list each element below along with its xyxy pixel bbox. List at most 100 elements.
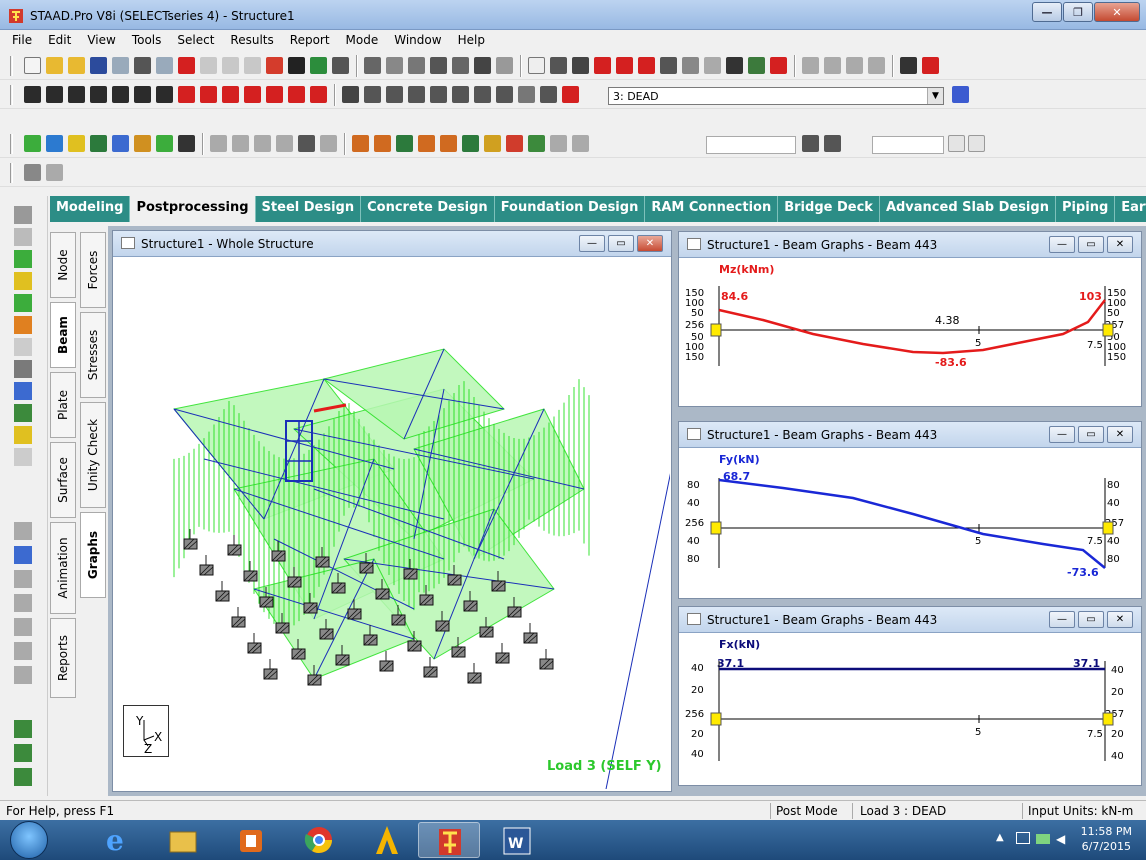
node-tool-icon[interactable]	[14, 522, 32, 540]
autocad-taskbar-icon[interactable]	[356, 822, 418, 858]
structure-wizard-icon[interactable]	[310, 57, 327, 74]
ie-taskbar-icon[interactable]: e	[84, 822, 146, 858]
beam-tool-icon[interactable]	[14, 546, 32, 564]
zoom-fit-icon[interactable]	[364, 86, 381, 103]
maximize-button[interactable]: ▭	[1078, 611, 1104, 628]
explorer-taskbar-icon[interactable]	[152, 822, 214, 858]
report-c-icon[interactable]	[14, 768, 32, 786]
print-icon[interactable]	[364, 57, 381, 74]
spin-left-icon[interactable]	[266, 86, 283, 103]
menu-mode[interactable]: Mode	[338, 31, 387, 51]
tab-concrete-design[interactable]: Concrete Design	[361, 196, 495, 222]
menu-view[interactable]: View	[79, 31, 123, 51]
scale-input[interactable]	[872, 136, 944, 154]
clock[interactable]: 11:58 PM 6/7/2015	[1081, 824, 1132, 854]
select-surfaces-icon[interactable]	[112, 135, 129, 152]
select-all-icon[interactable]	[156, 135, 173, 152]
pan-icon[interactable]	[310, 86, 327, 103]
report-b-icon[interactable]	[14, 744, 32, 762]
run-analysis-icon[interactable]	[288, 57, 305, 74]
tab-piping[interactable]: Piping	[1056, 196, 1116, 222]
menu-edit[interactable]: Edit	[40, 31, 79, 51]
print-preview-icon[interactable]	[386, 57, 403, 74]
minimize-button[interactable]: —	[1049, 236, 1075, 253]
maximize-button[interactable]: ▭	[608, 235, 634, 252]
display-icon[interactable]	[496, 86, 513, 103]
top-view-icon[interactable]	[134, 86, 151, 103]
back-view-icon[interactable]	[68, 86, 85, 103]
rotate-left-icon[interactable]	[222, 86, 239, 103]
structure-icon[interactable]	[704, 57, 721, 74]
vtab-animation[interactable]: Animation	[50, 522, 76, 614]
menu-help[interactable]: Help	[450, 31, 493, 51]
minimize-button[interactable]: —	[1032, 2, 1062, 22]
toolbar-grip[interactable]	[10, 134, 13, 154]
tool-icon[interactable]	[748, 57, 765, 74]
spin-right-icon[interactable]	[288, 86, 305, 103]
new-file-icon[interactable]	[24, 57, 41, 74]
help-query-icon[interactable]	[952, 86, 969, 103]
print-current-icon[interactable]	[408, 57, 425, 74]
beam-label-icon[interactable]	[638, 57, 655, 74]
tab-postprocessing[interactable]: Postprocessing	[130, 196, 256, 222]
bottom-view-icon[interactable]	[156, 86, 173, 103]
node-label-icon[interactable]	[616, 57, 633, 74]
minimize-button[interactable]: —	[1049, 611, 1075, 628]
close-button[interactable]: ✕	[1107, 236, 1133, 253]
chrome-taskbar-icon[interactable]	[288, 822, 350, 858]
solid-tool-icon[interactable]	[14, 618, 32, 636]
menu-tools[interactable]: Tools	[124, 31, 170, 51]
tab-earthquake[interactable]: Earthq	[1115, 196, 1146, 222]
rotate-right-icon[interactable]	[244, 86, 261, 103]
vtab-surface[interactable]: Surface	[50, 442, 76, 518]
vtab-forces[interactable]: Forces	[80, 232, 106, 308]
fz-icon[interactable]	[396, 135, 413, 152]
menu-results[interactable]: Results	[222, 31, 281, 51]
graph-window-titlebar[interactable]: Structure1 - Beam Graphs - Beam 443 — ▭ …	[679, 422, 1141, 448]
label-d-icon[interactable]	[868, 57, 885, 74]
vtab-unity-check[interactable]: Unity Check	[80, 402, 106, 508]
graph-window-titlebar[interactable]: Structure1 - Beam Graphs - Beam 443 — ▭ …	[679, 232, 1141, 258]
zoom-all-icon[interactable]	[474, 86, 491, 103]
table-icon[interactable]	[298, 135, 315, 152]
symbols-icon[interactable]	[682, 57, 699, 74]
cut-icon[interactable]	[134, 57, 151, 74]
vtab-plate[interactable]: Plate	[50, 372, 76, 438]
dimension-icon[interactable]	[594, 57, 611, 74]
beam-graph-icon[interactable]	[922, 57, 939, 74]
rotate-cursor-icon[interactable]	[14, 382, 32, 400]
check-cursor-icon[interactable]	[14, 404, 32, 422]
displacement-icon[interactable]	[528, 135, 545, 152]
apply-icon[interactable]	[968, 135, 985, 152]
pointer-tool-icon[interactable]	[332, 57, 349, 74]
edit-input-icon[interactable]	[266, 57, 283, 74]
export-icon[interactable]	[452, 57, 469, 74]
pen-icon[interactable]	[770, 57, 787, 74]
beam-cursor-icon[interactable]	[46, 164, 63, 181]
list-tool-icon[interactable]	[14, 666, 32, 684]
media-taskbar-icon[interactable]	[220, 822, 282, 858]
graph-window-titlebar[interactable]: Structure1 - Beam Graphs - Beam 443 — ▭ …	[679, 607, 1141, 633]
tab-steel-design[interactable]: Steel Design	[256, 196, 362, 222]
close-button[interactable]: ✕	[637, 235, 663, 252]
vtab-stresses[interactable]: Stresses	[80, 312, 106, 398]
zoom-prev-icon[interactable]	[452, 86, 469, 103]
stress-icon[interactable]	[506, 135, 523, 152]
redo-list-icon[interactable]	[244, 57, 261, 74]
delete-icon[interactable]	[178, 57, 195, 74]
nodes-cursor-icon[interactable]	[14, 206, 32, 224]
fx-icon[interactable]	[352, 135, 369, 152]
menu-window[interactable]: Window	[386, 31, 449, 51]
beam-table-icon[interactable]	[572, 57, 589, 74]
close-button[interactable]: ✕	[1107, 611, 1133, 628]
arc-icon[interactable]	[900, 57, 917, 74]
tab-foundation-design[interactable]: Foundation Design	[495, 196, 646, 222]
left-view-icon[interactable]	[90, 86, 107, 103]
word-taskbar-icon[interactable]: W	[486, 822, 548, 858]
picture-icon[interactable]	[430, 57, 447, 74]
section-icon[interactable]	[484, 135, 501, 152]
magnify-icon[interactable]	[540, 86, 557, 103]
menu-file[interactable]: File	[4, 31, 40, 51]
tab-bridge-deck[interactable]: Bridge Deck	[778, 196, 880, 222]
show-hidden-icons-icon[interactable]: ▲	[996, 832, 1004, 843]
